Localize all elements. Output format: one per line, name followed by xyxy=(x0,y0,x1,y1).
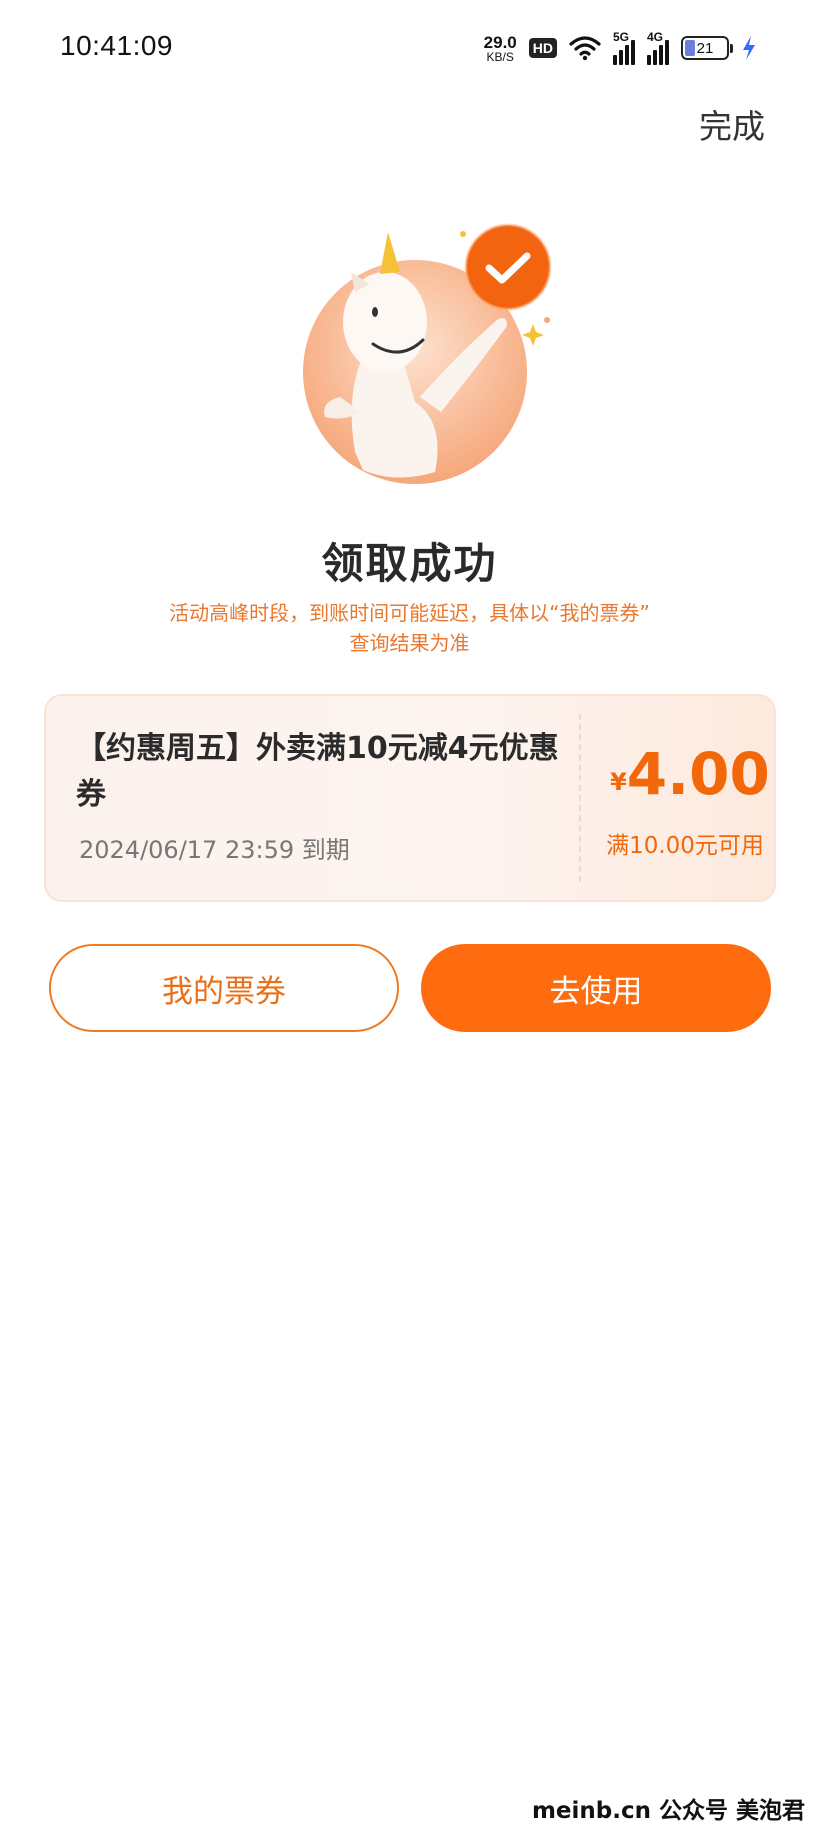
wifi-icon xyxy=(569,36,601,61)
status-time: 10:41:09 xyxy=(60,30,173,61)
battery-icon: 21 xyxy=(681,36,733,60)
result-title: 领取成功 xyxy=(321,539,498,588)
net-speed: 29.0 KB/S xyxy=(484,34,517,63)
signal-5g-icon: 5G xyxy=(613,29,635,65)
coupon-divider xyxy=(579,714,581,882)
coupon-card[interactable]: 【约惠周五】外卖满10元减4元优惠券 2024/06/17 23:59 到期 ¥… xyxy=(44,694,776,902)
coupon-expiry: 2024/06/17 23:59 到期 xyxy=(79,836,350,864)
use-coupon-button[interactable]: 去使用 xyxy=(421,944,771,1032)
coupon-price: ¥4.00 xyxy=(602,740,778,808)
coupon-success-page: 10:41:09 29.0 KB/S HD 5G 4G 21 完成 领取成功 活… xyxy=(0,0,819,1831)
coupon-amount: 4.00 xyxy=(626,740,770,808)
watermark: meinb.cn 公众号 美泡君 xyxy=(531,1798,805,1824)
done-button[interactable]: 完成 xyxy=(699,100,765,148)
hd-badge-icon: HD xyxy=(528,38,557,58)
my-tickets-button[interactable]: 我的票券 xyxy=(49,944,399,1032)
coupon-condition: 满10.00元可用 xyxy=(606,833,764,859)
result-note: 活动高峰时段，到账时间可能延迟，具体以“我的票券” 查询结果为准 xyxy=(0,598,819,658)
unicorn-mascot-illustration xyxy=(303,223,552,484)
result-note-line1: 活动高峰时段，到账时间可能延迟，具体以“我的票券” xyxy=(169,601,650,625)
net-speed-unit: KB/S xyxy=(486,49,514,64)
coupon-title: 【约惠周五】外卖满10元减4元优惠券 xyxy=(76,731,559,812)
net-speed-value: 29.0 xyxy=(483,32,517,52)
battery-level: 21 xyxy=(696,39,714,57)
coupon-currency: ¥ xyxy=(610,768,627,796)
signal-5g-label: 5G xyxy=(613,29,630,44)
result-note-line2: 查询结果为准 xyxy=(349,631,470,655)
charging-bolt-icon xyxy=(743,36,755,60)
signal-4g-icon: 4G xyxy=(647,29,669,65)
signal-4g-label: 4G xyxy=(647,29,664,44)
status-icons: 29.0 KB/S HD 5G 4G 21 xyxy=(484,30,757,66)
status-bar: 10:41:09 29.0 KB/S HD 5G 4G 21 xyxy=(0,0,819,96)
